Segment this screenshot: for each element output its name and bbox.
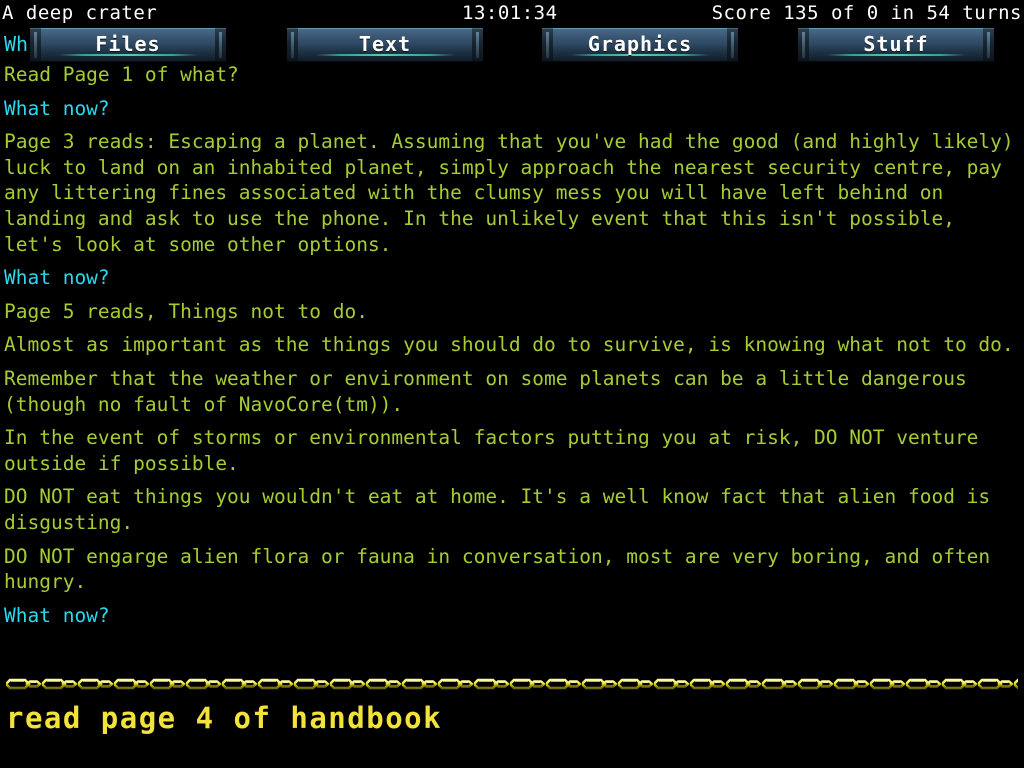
status-bar: A deep crater 13:01:34 Score 135 of 0 in… [0, 0, 1024, 27]
transcript-spacer [4, 121, 1020, 129]
status-score: Score 135 of 0 in 54 turns [711, 2, 1022, 24]
button-cap-left [287, 28, 298, 62]
obscured-prompt-text: Wh [4, 32, 29, 56]
menu-item-text[interactable]: Text [287, 28, 483, 62]
transcript-prompt: What now? [4, 266, 110, 290]
menu-item-graphics-label: Graphics [587, 31, 693, 56]
button-cap-right [472, 28, 483, 62]
transcript-paragraph: DO NOT eat things you wouldn't eat at ho… [4, 485, 1002, 534]
chain-divider-icon [6, 675, 1018, 693]
status-location: A deep crater [2, 2, 158, 24]
button-face: Text [298, 28, 472, 62]
transcript-paragraph: Almost as important as the things you sh… [4, 333, 1014, 357]
button-cap-right [727, 28, 738, 62]
transcript-prompt: What now? [4, 603, 110, 627]
menu-item-stuff-label: Stuff [863, 31, 929, 56]
transcript-prompt: What now? [4, 96, 110, 120]
transcript-paragraph: Read Page 1 of what? [4, 63, 239, 86]
transcript-spacer [4, 324, 1020, 332]
button-face: Stuff [809, 28, 983, 62]
game-screen: A deep crater 13:01:34 Score 135 of 0 in… [0, 0, 1024, 768]
menu-item-text-label: Text [358, 31, 412, 56]
button-cap-right [215, 28, 226, 62]
transcript-spacer [4, 358, 1020, 366]
command-input-value[interactable]: read page 4 of handbook [6, 701, 442, 735]
transcript-paragraph: DO NOT engarge alien flora or fauna in c… [4, 544, 1002, 594]
transcript-spacer [4, 595, 1020, 603]
command-input-line[interactable]: read page 4 of handbook [0, 700, 1024, 740]
button-face: Graphics [553, 28, 727, 62]
transcript-spacer [4, 257, 1020, 265]
button-cap-left [798, 28, 809, 62]
button-cap-right [983, 28, 994, 62]
transcript-spacer [4, 536, 1020, 544]
button-face: Files [41, 28, 215, 62]
menu-item-files-label: Files [95, 31, 161, 56]
transcript-paragraph: Page 3 reads: Escaping a planet. Assumin… [4, 130, 1014, 256]
menu-item-files[interactable]: Files [30, 28, 226, 62]
menu-item-graphics[interactable]: Graphics [542, 28, 738, 62]
status-clock: 13:01:34 [462, 2, 558, 24]
chain-divider [0, 674, 1024, 696]
transcript-paragraph: In the event of storms or environmental … [4, 426, 991, 475]
transcript-paragraph: Page 5 reads, Things not to do. [4, 299, 368, 323]
story-transcript: Read Page 1 of what? What now? Page 3 read… [0, 62, 1024, 670]
menu-bar: Wh Files Text Graphics Stuff [0, 28, 1024, 62]
transcript-paragraph: Remember that the weather or environment… [4, 366, 979, 416]
button-cap-left [30, 28, 41, 62]
button-cap-left [542, 28, 553, 62]
transcript-spacer [4, 417, 1020, 425]
transcript-spacer [4, 88, 1020, 96]
transcript-spacer [4, 291, 1020, 299]
menu-item-stuff[interactable]: Stuff [798, 28, 994, 62]
transcript-spacer [4, 476, 1020, 484]
